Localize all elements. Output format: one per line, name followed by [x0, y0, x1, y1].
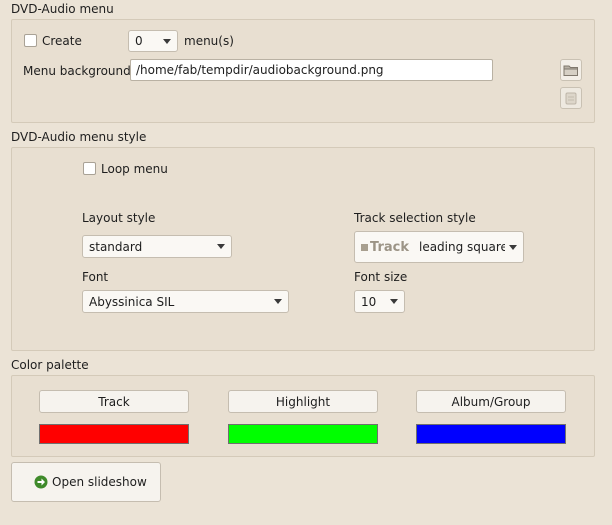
clear-background-button[interactable]	[560, 87, 582, 109]
menu-style-title: DVD-Audio menu style	[11, 130, 147, 144]
menu-background-field[interactable]: /home/fab/tempdir/audiobackground.png	[130, 59, 493, 81]
album-group-color-button[interactable]: Album/Group	[416, 390, 566, 413]
dvd-audio-menu-title: DVD-Audio menu	[11, 2, 114, 16]
chevron-down-icon	[163, 38, 171, 44]
album-group-color-swatch[interactable]	[416, 424, 566, 444]
layout-style-value: standard	[89, 239, 143, 254]
track-selection-style-select[interactable]: Track leading square	[354, 231, 524, 263]
font-size-value: 10	[361, 294, 377, 309]
menu-background-label: Menu background	[23, 64, 131, 78]
highlight-color-swatch[interactable]	[228, 424, 378, 444]
square-bullet-icon	[361, 243, 368, 251]
chevron-down-icon	[390, 299, 398, 304]
loop-menu-label: Loop menu	[101, 162, 168, 176]
color-palette-panel	[11, 375, 595, 457]
loop-menu-checkbox[interactable]	[83, 162, 96, 175]
layout-style-select[interactable]: standard	[82, 235, 232, 258]
folder-open-icon	[563, 65, 578, 76]
clear-icon	[565, 92, 577, 105]
font-size-label: Font size	[354, 270, 408, 284]
track-selection-style-value: leading square	[418, 240, 505, 254]
layout-style-label: Layout style	[82, 211, 156, 225]
chevron-down-icon	[217, 244, 225, 249]
font-select[interactable]: Abyssinica SIL	[82, 290, 289, 313]
arrow-right-circle-icon	[34, 475, 48, 489]
create-label: Create	[42, 34, 82, 48]
browse-background-button[interactable]	[560, 59, 582, 81]
create-checkbox[interactable]	[24, 34, 37, 47]
highlight-color-button[interactable]: Highlight	[228, 390, 378, 413]
font-value: Abyssinica SIL	[89, 294, 175, 309]
track-preview-text: Track	[370, 239, 409, 255]
menu-count-select[interactable]: 0	[128, 30, 178, 52]
font-size-select[interactable]: 10	[354, 290, 405, 313]
chevron-down-icon	[274, 299, 282, 304]
menus-suffix-label: menu(s)	[184, 34, 234, 48]
open-slideshow-button[interactable]: Open slideshow	[11, 462, 161, 502]
track-color-swatch[interactable]	[39, 424, 189, 444]
color-palette-title: Color palette	[11, 358, 89, 372]
font-label: Font	[82, 270, 109, 284]
open-slideshow-label: Open slideshow	[52, 475, 147, 489]
chevron-down-icon	[509, 244, 517, 250]
track-selection-style-label: Track selection style	[354, 211, 476, 225]
track-color-button[interactable]: Track	[39, 390, 189, 413]
menu-count-value: 0	[135, 34, 143, 48]
